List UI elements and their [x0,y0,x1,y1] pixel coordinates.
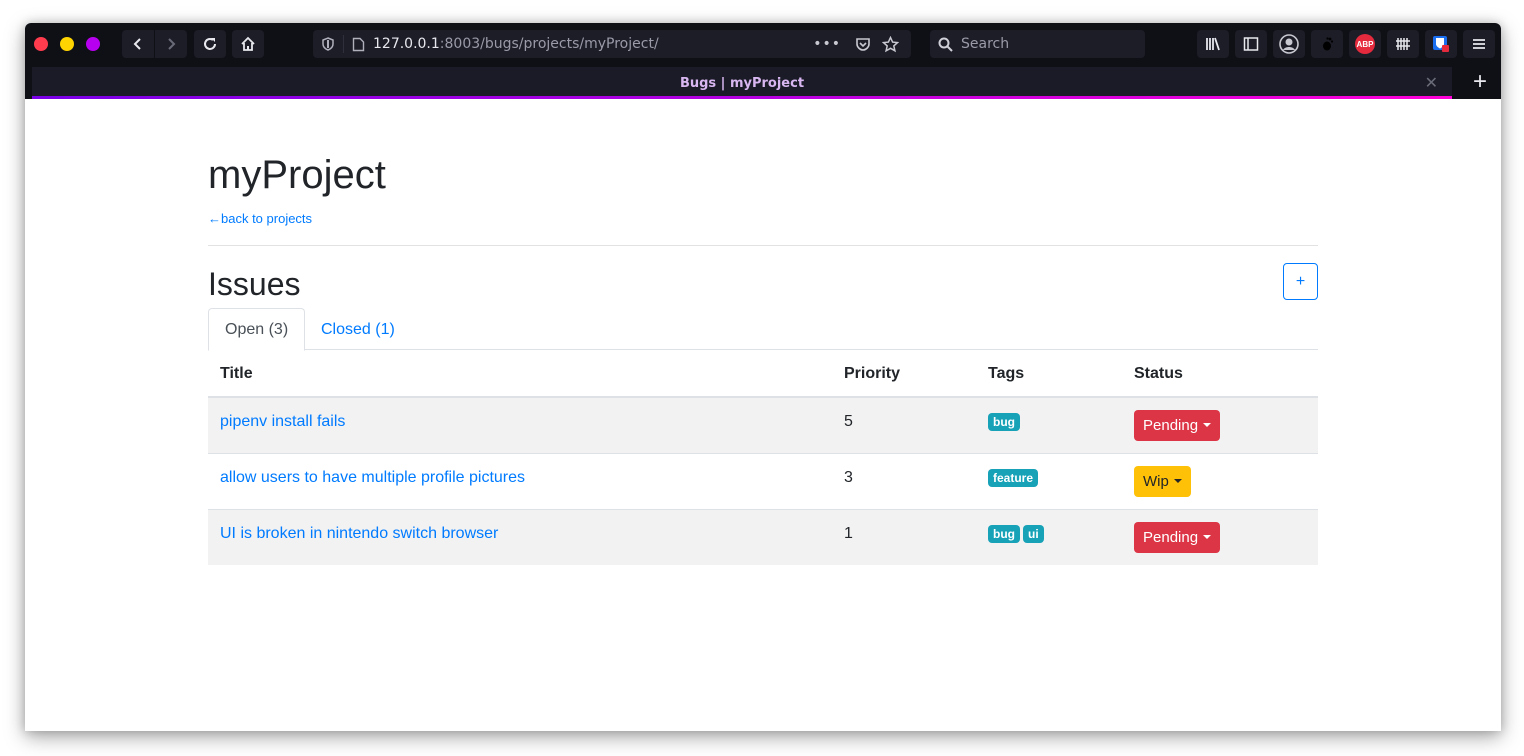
home-icon [241,36,255,51]
column-header-tags[interactable]: Tags [976,351,1122,398]
table-row: UI is broken in nintendo switch browser … [208,508,1318,565]
page-actions-icon[interactable]: ••• [813,36,841,52]
search-placeholder: Search [961,36,1010,52]
caret-down-icon [1203,423,1212,428]
issue-title-link[interactable]: UI is broken in nintendo switch browser [220,525,498,542]
project-title: myProject [208,153,386,197]
window-controls [34,37,100,51]
account-button[interactable] [1273,30,1305,58]
table-row: pipenv install fails 5 bug Pending [208,396,1318,453]
issue-priority: 5 [844,413,853,431]
url-text[interactable]: 127.0.0.1:8003/bugs/projects/myProject/ [373,36,659,52]
add-issue-button[interactable]: + [1283,263,1318,300]
gnome-extension-icon [1323,37,1334,51]
search-input[interactable]: Search [930,30,1145,58]
toolbar-actions: ABP [1197,30,1495,58]
minimize-window-button[interactable] [60,37,74,51]
issues-table: Title Priority Tags Status pipenv instal… [208,351,1318,565]
column-header-priority[interactable]: Priority [832,351,976,398]
adblock-plus-icon: ABP [1355,34,1375,54]
shield-icon[interactable] [321,37,335,51]
url-bar[interactable]: 127.0.0.1:8003/bugs/projects/myProject/ … [313,30,911,58]
bookmark-star-icon[interactable] [882,35,899,53]
sidebar-icon [1243,37,1259,51]
status-label: Pending [1143,416,1199,434]
column-header-title[interactable]: Title [208,351,832,398]
status-dropdown[interactable]: Pending [1134,409,1221,441]
reload-button[interactable] [194,30,226,58]
tag-badge: bug [988,525,1020,544]
tag-badge: bug [988,413,1020,432]
bitwarden-icon [1433,36,1449,52]
bitwarden-button[interactable] [1425,30,1457,58]
new-tab-button[interactable]: + [1473,68,1487,96]
tag-badge: ui [1023,525,1044,544]
search-icon [938,37,953,52]
reload-icon [204,38,216,50]
table-header-row: Title Priority Tags Status [208,351,1318,398]
library-icon [1206,37,1220,51]
caret-down-icon [1173,479,1182,483]
status-dropdown[interactable]: Wip [1134,465,1191,497]
chevron-right-icon [168,38,176,50]
page-icon [352,37,365,51]
browser-toolbar: 127.0.0.1:8003/bugs/projects/myProject/ … [25,23,1501,65]
issue-priority: 3 [844,469,853,486]
tab-title: Bugs | myProject [679,75,805,91]
table-row: allow users to have multiple profile pic… [208,452,1318,509]
back-to-projects-link[interactable]: ←back to projects [208,211,312,226]
status-label: Wip [1143,472,1169,490]
hamburger-menu-icon [1473,39,1485,49]
maximize-window-button[interactable] [86,37,100,51]
forward-button[interactable] [155,30,187,58]
caret-down-icon [1203,535,1212,540]
tab-open[interactable]: Open (3) [208,308,306,351]
pocket-icon[interactable] [855,36,871,52]
sidebar-button[interactable] [1235,30,1267,58]
issue-title-link[interactable]: pipenv install fails [220,413,345,430]
close-tab-icon[interactable]: ✕ [1425,73,1438,93]
account-icon [1279,34,1299,54]
tag-badge: feature [988,469,1039,487]
issue-priority: 1 [844,525,853,543]
close-window-button[interactable] [34,37,48,51]
back-button[interactable] [122,30,154,58]
divider [208,245,1318,246]
extension-button[interactable] [1387,30,1419,58]
tab-closed[interactable]: Closed (1) [304,308,412,350]
column-header-status[interactable]: Status [1122,351,1318,398]
library-button[interactable] [1197,30,1229,58]
browser-tab-active[interactable]: Bugs | myProject ✕ [32,67,1452,99]
home-button[interactable] [232,30,264,58]
chevron-left-icon [133,38,141,50]
history-nav [122,30,187,58]
adblock-plus-button[interactable]: ABP [1349,30,1381,58]
page-content: myProject ←back to projects Issues + Ope… [25,99,1501,731]
issue-title-link[interactable]: allow users to have multiple profile pic… [220,469,525,486]
fence-extension-icon [1396,38,1410,50]
status-label: Pending [1143,528,1199,546]
issue-tabs: Open (3) Closed (1) [208,308,1318,351]
issues-heading: Issues [208,266,301,302]
browser-window: 127.0.0.1:8003/bugs/projects/myProject/ … [25,23,1501,731]
gnome-extension-button[interactable] [1311,30,1343,58]
status-dropdown[interactable]: Pending [1134,521,1221,553]
menu-button[interactable] [1463,30,1495,58]
tab-strip: Bugs | myProject ✕ + [25,65,1501,99]
